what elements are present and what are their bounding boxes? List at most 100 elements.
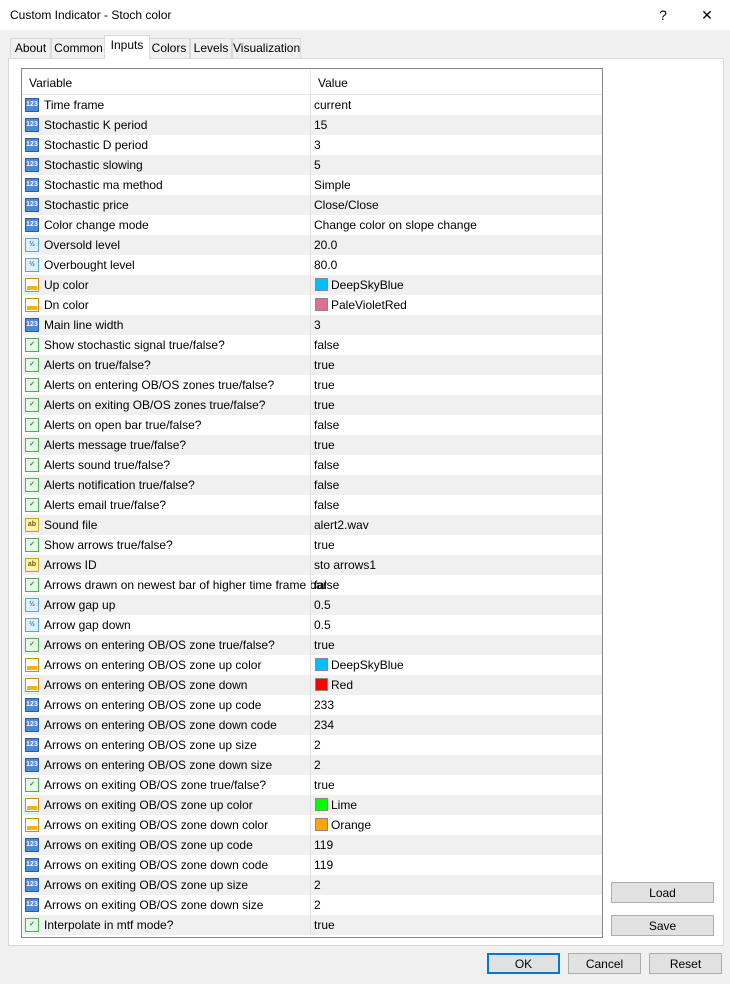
variable-value[interactable]: sto arrows1 [314,558,376,572]
table-row[interactable]: 123 Arrows on exiting OB/OS zone down siz… [23,895,602,915]
table-row[interactable]: ✓ Alerts on entering OB/OS zones true/fal… [23,375,602,395]
table-row[interactable]: 123 Arrows on exiting OB/OS zone up code 1… [23,835,602,855]
tab-common[interactable]: Common [51,38,106,58]
variable-value[interactable]: true [314,378,335,392]
variable-value[interactable]: true [314,538,335,552]
table-row[interactable]: ✓ Show stochastic signal true/false? false [23,335,602,355]
tab-inputs[interactable]: Inputs [104,35,150,59]
ok-button[interactable]: OK [487,953,560,974]
table-row[interactable]: 123 Arrows on exiting OB/OS zone up size 2 [23,875,602,895]
table-row[interactable]: ✓ Arrows on entering OB/OS zone true/fals… [23,635,602,655]
variable-value[interactable]: 0.5 [314,618,331,632]
variable-value[interactable]: Lime [331,798,357,812]
reset-button[interactable]: Reset [649,953,722,974]
variable-value[interactable]: true [314,918,335,932]
variable-value[interactable]: Close/Close [314,198,379,212]
variable-value[interactable]: 0.5 [314,598,331,612]
table-row[interactable]: 123 Arrows on entering OB/OS zone up size… [23,735,602,755]
variable-value[interactable]: true [314,398,335,412]
color-swatch[interactable] [315,678,328,691]
variable-value[interactable]: 2 [314,898,321,912]
table-row[interactable]: Up color DeepSkyBlue [23,275,602,295]
tab-levels[interactable]: Levels [190,38,232,58]
table-row[interactable]: Arrows on entering OB/OS zone up color De… [23,655,602,675]
table-row[interactable]: ✓ Alerts sound true/false? false [23,455,602,475]
table-row[interactable]: ✓ Show arrows true/false? true [23,535,602,555]
variable-value[interactable]: DeepSkyBlue [331,278,404,292]
variable-value[interactable]: true [314,438,335,452]
variable-value[interactable]: Simple [314,178,351,192]
table-row[interactable]: Dn color PaleVioletRed [23,295,602,315]
tab-colors[interactable]: Colors [148,38,190,58]
table-row[interactable]: 123 Stochastic slowing 5 [23,155,602,175]
help-button[interactable]: ? [648,4,678,26]
table-row[interactable]: 123 Stochastic K period 15 [23,115,602,135]
table-row[interactable]: 123 Time frame current [23,95,602,115]
table-row[interactable]: ✓ Alerts on exiting OB/OS zones true/fals… [23,395,602,415]
table-row[interactable]: Arrows on exiting OB/OS zone up color Lim… [23,795,602,815]
inputs-grid[interactable]: Variable Value 123 Time frame current 123 St… [21,68,603,938]
variable-value[interactable]: current [314,98,351,112]
table-row[interactable]: 123 Arrows on entering OB/OS zone down si… [23,755,602,775]
variable-value[interactable]: 2 [314,758,321,772]
variable-value[interactable]: false [314,478,339,492]
variable-value[interactable]: 3 [314,318,321,332]
variable-value[interactable]: alert2.wav [314,518,369,532]
table-row[interactable]: 123 Arrows on entering OB/OS zone up code… [23,695,602,715]
variable-value[interactable]: 80.0 [314,258,337,272]
table-row[interactable]: ½ Oversold level 20.0 [23,235,602,255]
table-row[interactable]: 123 Stochastic D period 3 [23,135,602,155]
table-row[interactable]: 123 Stochastic ma method Simple [23,175,602,195]
variable-column-header[interactable]: Variable [29,76,72,90]
variable-value[interactable]: true [314,778,335,792]
table-row[interactable]: ✓ Alerts email true/false? false [23,495,602,515]
variable-value[interactable]: DeepSkyBlue [331,658,404,672]
variable-value[interactable]: 233 [314,698,334,712]
variable-value[interactable]: Orange [331,818,371,832]
variable-value[interactable]: 234 [314,718,334,732]
variable-value[interactable]: 119 [314,858,333,872]
load-button[interactable]: Load [611,882,714,903]
table-row[interactable]: ✓ Alerts on open bar true/false? false [23,415,602,435]
variable-value[interactable]: true [314,358,335,372]
variable-value[interactable]: 15 [314,118,327,132]
column-divider[interactable] [310,69,311,94]
table-row[interactable]: 123 Stochastic price Close/Close [23,195,602,215]
table-row[interactable]: ½ Arrow gap down 0.5 [23,615,602,635]
variable-value[interactable]: 2 [314,878,321,892]
save-button[interactable]: Save [611,915,714,936]
color-swatch[interactable] [315,298,328,311]
variable-value[interactable]: 2 [314,738,321,752]
table-row[interactable]: 123 Arrows on entering OB/OS zone down co… [23,715,602,735]
variable-value[interactable]: Red [331,678,353,692]
color-swatch[interactable] [315,798,328,811]
table-row[interactable]: ✓ Arrows drawn on newest bar of higher ti… [23,575,602,595]
table-row[interactable]: ✓ Interpolate in mtf mode? true [23,915,602,935]
color-swatch[interactable] [315,818,328,831]
variable-value[interactable]: 20.0 [314,238,337,252]
tab-visualization[interactable]: Visualization [232,38,301,58]
table-row[interactable]: 123 Color change mode Change color on slop… [23,215,602,235]
cancel-button[interactable]: Cancel [568,953,641,974]
variable-value[interactable]: PaleVioletRed [331,298,407,312]
variable-value[interactable]: 5 [314,158,321,172]
table-row[interactable]: 123 Arrows on exiting OB/OS zone down cod… [23,855,602,875]
tab-about[interactable]: About [10,38,51,58]
table-row[interactable]: ✓ Alerts message true/false? true [23,435,602,455]
table-row[interactable]: ½ Arrow gap up 0.5 [23,595,602,615]
variable-value[interactable]: false [314,338,339,352]
variable-value[interactable]: false [314,498,339,512]
variable-value[interactable]: false [314,458,339,472]
table-row[interactable]: Arrows on entering OB/OS zone down Red [23,675,602,695]
variable-value[interactable]: 119 [314,838,333,852]
table-row[interactable]: 123 Main line width 3 [23,315,602,335]
table-row[interactable]: ½ Overbought level 80.0 [23,255,602,275]
table-row[interactable]: ✓ Alerts on true/false? true [23,355,602,375]
close-button[interactable]: ✕ [692,4,722,26]
variable-value[interactable]: true [314,638,335,652]
value-column-header[interactable]: Value [318,76,348,90]
table-row[interactable]: ✓ Arrows on exiting OB/OS zone true/false… [23,775,602,795]
variable-value[interactable]: false [314,418,339,432]
table-row[interactable]: ✓ Alerts notification true/false? false [23,475,602,495]
table-row[interactable]: ab Arrows ID sto arrows1 [23,555,602,575]
